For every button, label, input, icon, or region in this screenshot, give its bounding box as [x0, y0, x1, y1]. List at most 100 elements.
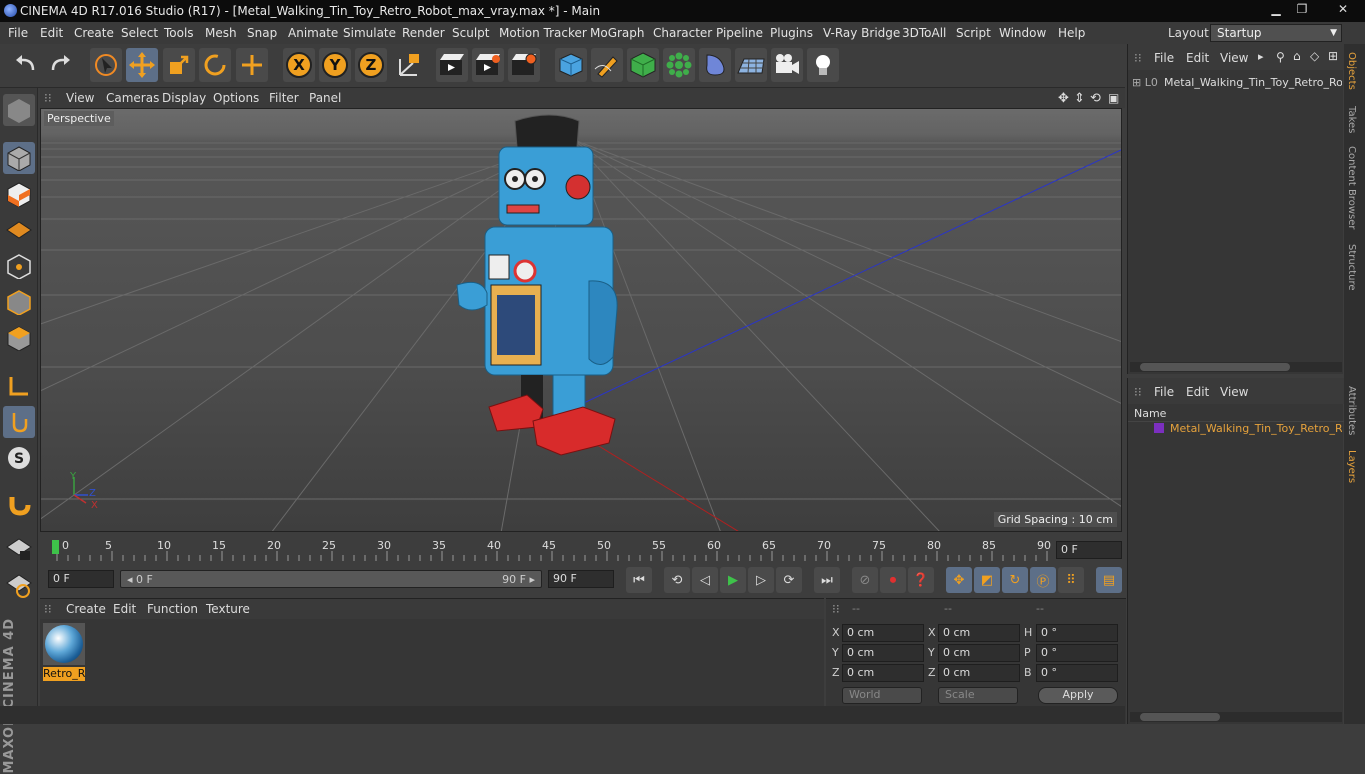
x-axis-icon[interactable]: X — [283, 48, 315, 82]
autokey-icon[interactable]: ⊘ — [852, 567, 878, 593]
model-mode-icon[interactable] — [3, 142, 35, 174]
material-menu-edit[interactable]: Edit — [113, 602, 136, 616]
workplane-mode-icon[interactable] — [3, 570, 35, 602]
position-y-field[interactable]: 0 cm — [842, 644, 924, 662]
layout-select[interactable]: Startup ▼ — [1210, 24, 1342, 42]
redo-icon[interactable] — [44, 48, 76, 82]
viewport-menu-view[interactable]: View — [66, 91, 94, 105]
rotation-b-field[interactable]: 0 ° — [1036, 664, 1118, 682]
size-z-field[interactable]: 0 cm — [938, 664, 1020, 682]
home-icon[interactable]: ⌂ — [1293, 49, 1301, 63]
tab-layers[interactable]: Layers — [1346, 450, 1357, 483]
menu-plugins[interactable]: Plugins — [770, 26, 813, 40]
rotate-icon[interactable] — [199, 48, 231, 82]
search-icon[interactable]: ⚲ — [1276, 50, 1285, 64]
size-y-field[interactable]: 0 cm — [938, 644, 1020, 662]
apply-button[interactable]: Apply — [1038, 687, 1118, 704]
menu-vray-bridge[interactable]: V-Ray Bridge — [823, 26, 900, 40]
dolly-icon[interactable]: ⇕ — [1074, 91, 1085, 106]
layer-item[interactable]: Metal_Walking_Tin_Toy_Retro_Rol — [1170, 422, 1342, 435]
pan-icon[interactable]: ✥ — [1058, 91, 1069, 106]
timeline-ruler[interactable]: 0 5 10 15 20 25 30 35 40 45 50 55 60 65 … — [40, 535, 1125, 565]
bookmark-icon[interactable]: ◇ — [1310, 49, 1319, 63]
object-menu-edit[interactable]: Edit — [1186, 51, 1209, 65]
horizontal-scrollbar[interactable] — [1130, 362, 1342, 372]
close-button[interactable]: ✕ — [1325, 0, 1361, 18]
viewport-menu-display[interactable]: Display — [162, 91, 206, 105]
tab-takes[interactable]: Takes — [1346, 106, 1357, 133]
magnet-icon[interactable] — [3, 488, 35, 520]
menu-pipeline[interactable]: Pipeline — [716, 26, 763, 40]
go-to-start-icon[interactable]: ⏮ — [626, 567, 652, 593]
texture-mode-icon[interactable] — [3, 178, 35, 210]
menu-character[interactable]: Character — [653, 26, 712, 40]
object-menu-file[interactable]: File — [1154, 51, 1174, 65]
snap-icon[interactable]: S — [3, 442, 35, 474]
next-key-icon[interactable]: ⟳ — [776, 567, 802, 593]
tab-content-browser[interactable]: Content Browser — [1346, 146, 1357, 229]
position-x-field[interactable]: 0 cm — [842, 624, 924, 642]
key-parameter-icon[interactable]: Ⓟ — [1030, 567, 1056, 593]
floor-icon[interactable] — [735, 48, 767, 82]
subdivision-icon[interactable] — [627, 48, 659, 82]
points-mode-icon[interactable] — [3, 250, 35, 282]
record-icon[interactable]: ⏺ — [880, 567, 906, 593]
render-picture-viewer-icon[interactable] — [472, 48, 504, 82]
coord-system-select[interactable]: World — [842, 687, 922, 704]
live-selection-icon[interactable] — [90, 48, 122, 82]
menu-file[interactable]: File — [8, 26, 28, 40]
current-frame-field[interactable]: 0 F — [1056, 541, 1122, 559]
edges-mode-icon[interactable] — [3, 286, 35, 318]
viewport-perspective[interactable]: Perspective Y Z X Grid Spacing : 10 cm — [40, 108, 1122, 532]
key-position-icon[interactable]: ✥ — [946, 567, 972, 593]
menu-animate[interactable]: Animate — [288, 26, 338, 40]
size-mode-select[interactable]: Scale — [938, 687, 1018, 704]
deformer-icon[interactable] — [699, 48, 731, 82]
menu-help[interactable]: Help — [1058, 26, 1085, 40]
axis-mode-icon[interactable] — [3, 370, 35, 402]
recent-tool-icon[interactable] — [236, 48, 268, 82]
lock-workplane-icon[interactable] — [3, 534, 35, 566]
menu-3dtoall[interactable]: 3DToAll — [902, 26, 946, 40]
layer-color-swatch[interactable] — [1154, 423, 1164, 433]
polygons-mode-icon[interactable] — [3, 322, 35, 354]
start-frame-field[interactable]: 0 F — [48, 570, 114, 588]
viewport-menu-filter[interactable]: Filter — [269, 91, 299, 105]
z-axis-icon[interactable]: Z — [355, 48, 387, 82]
workplane-icon[interactable] — [3, 214, 35, 246]
position-z-field[interactable]: 0 cm — [842, 664, 924, 682]
viewport-menu-options[interactable]: Options — [213, 91, 259, 105]
undo-icon[interactable] — [10, 48, 42, 82]
toggle-views-icon[interactable]: ▣ — [1108, 91, 1119, 105]
help-record-icon[interactable]: ❓ — [908, 567, 934, 593]
end-frame-field[interactable]: 90 F — [548, 570, 614, 588]
tab-objects[interactable]: Objects — [1346, 52, 1357, 90]
menu-snap[interactable]: Snap — [247, 26, 277, 40]
orbit-icon[interactable]: ⟲ — [1090, 91, 1101, 106]
viewport-menu-panel[interactable]: Panel — [309, 91, 341, 105]
maximize-button[interactable]: ❐ — [1289, 0, 1315, 18]
move-icon[interactable] — [126, 48, 158, 82]
object-menu-view[interactable]: View — [1220, 51, 1248, 65]
cube-icon[interactable] — [555, 48, 587, 82]
object-item[interactable]: Metal_Walking_Tin_Toy_Retro_Rob — [1164, 76, 1342, 89]
tab-structure[interactable]: Structure — [1346, 244, 1357, 291]
layer-menu-edit[interactable]: Edit — [1186, 385, 1209, 399]
y-axis-icon[interactable]: Y — [319, 48, 351, 82]
preview-range-slider[interactable]: ◂ 0 F 90 F ▸ — [120, 570, 542, 588]
menu-mograph[interactable]: MoGraph — [590, 26, 645, 40]
menu-window[interactable]: Window — [999, 26, 1046, 40]
layer-menu-view[interactable]: View — [1220, 385, 1248, 399]
previous-frame-icon[interactable]: ◁ — [692, 567, 718, 593]
menu-sculpt[interactable]: Sculpt — [452, 26, 489, 40]
light-icon[interactable] — [807, 48, 839, 82]
menu-motion-tracker[interactable]: Motion Tracker — [499, 26, 587, 40]
maximize-viewport-icon[interactable] — [3, 94, 35, 126]
render-settings-icon[interactable] — [508, 48, 540, 82]
scale-icon[interactable] — [163, 48, 195, 82]
key-scale-icon[interactable]: ◩ — [974, 567, 1000, 593]
menu-tools[interactable]: Tools — [164, 26, 194, 40]
timeline-window-icon[interactable]: ▤ — [1096, 567, 1122, 593]
go-to-end-icon[interactable]: ⏭ — [814, 567, 840, 593]
menu-edit[interactable]: Edit — [40, 26, 63, 40]
